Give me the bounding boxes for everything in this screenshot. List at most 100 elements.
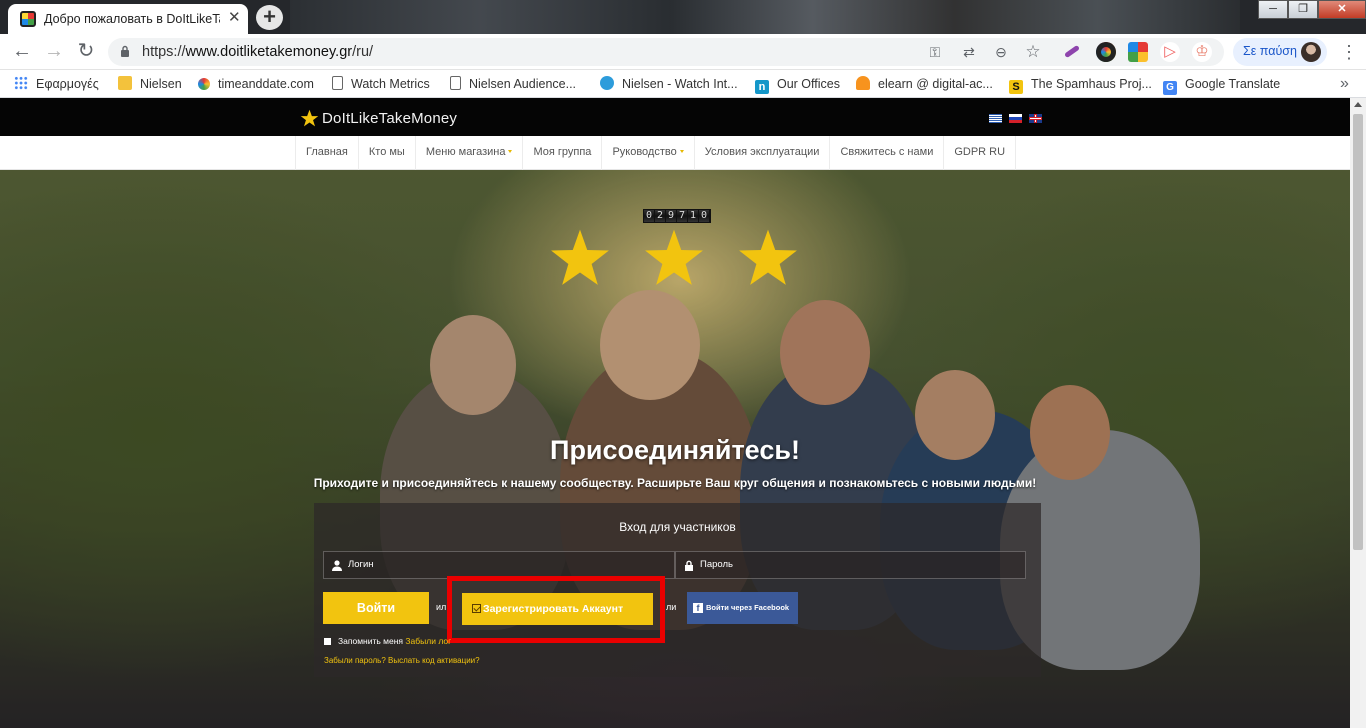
offices-icon: n (755, 80, 769, 94)
counter-digit: 2 (655, 210, 665, 222)
stamp-icon[interactable]: ♔ (1192, 42, 1212, 62)
new-tab-button[interactable]: + (256, 5, 283, 30)
maximize-button[interactable]: ❐ (1288, 0, 1318, 19)
bookmark-apps[interactable]: Εφαρμογές (14, 75, 99, 95)
bookmark-nielsen-watch[interactable]: Nielsen - Watch Int... (600, 75, 738, 95)
zoom-icon[interactable]: ⊖ (992, 43, 1010, 61)
timeanddate-icon (198, 78, 210, 90)
browser-titlebar: Добро пожаловать в DoItLikeTa ✕ + ─ ❐ ✕ (0, 0, 1366, 34)
language-switcher (989, 114, 1042, 123)
page-icon (450, 76, 461, 90)
counter-digit: 0 (644, 210, 654, 222)
bookmark-google-translate[interactable]: G Google Translate (1163, 75, 1280, 95)
cast-icon[interactable]: ▷ (1160, 42, 1180, 62)
english-flag-icon[interactable] (1029, 114, 1042, 123)
folder-icon (118, 76, 132, 90)
nav-item-home[interactable]: Главная (295, 136, 358, 170)
site-nav: Главная Кто мы Меню магазина Моя группа … (0, 136, 1350, 170)
bookmark-our-offices[interactable]: n Our Offices (755, 75, 840, 95)
browser-menu-button[interactable]: ⋮ (1340, 41, 1358, 63)
nav-item-gdpr[interactable]: GDPR RU (943, 136, 1017, 170)
visitor-counter: 0 2 9 7 1 0 (643, 209, 711, 223)
highlight-annotation (447, 576, 665, 643)
spamhaus-icon: S (1009, 80, 1023, 94)
tab-title: Добро пожаловать в DoItLikeTa (44, 12, 220, 26)
hero-subtitle: Приходите и присоединяйтесь к нашему соо… (313, 476, 1037, 490)
bookmark-star-icon[interactable]: ☆ (1024, 43, 1042, 61)
bookmarks-bar: Εφαρμογές Nielsen timeanddate.com Watch … (0, 70, 1366, 98)
nav-item-about[interactable]: Кто мы (357, 136, 415, 170)
login-panel-title: Вход для участников (619, 520, 736, 534)
remember-me[interactable]: Запомнить меня Забыли лог (324, 636, 451, 646)
or-separator: ил (436, 602, 447, 612)
resend-activation-link[interactable]: Выслать код активации? (388, 656, 480, 665)
key-icon[interactable]: ⚿ (926, 43, 944, 61)
star-icon (551, 229, 609, 285)
hero-title: Присоединяйтесь! (550, 435, 800, 465)
forgot-login-link[interactable]: Забыли лог (405, 636, 451, 646)
back-button[interactable]: ← (10, 40, 34, 64)
counter-digit: 0 (699, 210, 709, 222)
nav-item-guide[interactable]: Руководство (601, 136, 693, 170)
browser-tab[interactable]: Добро пожаловать в DoItLikeTa ✕ (8, 4, 248, 34)
star-icon (739, 229, 797, 285)
pinwheel-icon[interactable] (1128, 42, 1148, 62)
facebook-icon: f (693, 603, 703, 613)
star-icon (645, 229, 703, 285)
bookmark-elearn[interactable]: elearn @ digital-ac... (856, 75, 993, 95)
close-window-button[interactable]: ✕ (1318, 0, 1366, 19)
bookmark-timeanddate[interactable]: timeanddate.com (198, 75, 314, 95)
tab-close-icon[interactable]: ✕ (228, 10, 241, 26)
apps-icon (14, 76, 28, 90)
lock-icon[interactable] (120, 45, 130, 57)
titlebar-background (290, 0, 1240, 34)
reload-button[interactable]: ↻ (74, 40, 98, 64)
login-button[interactable]: Войти (323, 592, 429, 624)
profile-button[interactable]: Σε παύση (1233, 38, 1327, 66)
browser-toolbar: ← → ↻ https://www.doitliketakemoney.gr/r… (0, 34, 1366, 70)
profile-label: Σε παύση (1243, 44, 1297, 58)
login-panel: Вход для участников Логин Пароль Войти и… (314, 503, 1041, 677)
logo-star-icon (300, 109, 319, 126)
avatar (1301, 42, 1321, 62)
password-placeholder: Пароль (700, 559, 733, 570)
nav-item-my-group[interactable]: Моя группа (522, 136, 601, 170)
site-logo[interactable]: DoItLikeTakeMoney (300, 107, 457, 129)
page-scrollbar[interactable] (1350, 98, 1366, 728)
lock-icon (685, 560, 693, 571)
url-text[interactable]: https://www.doitliketakemoney.gr/ru/ (142, 44, 373, 60)
hero-section: 0 2 9 7 1 0 Присоединяйтесь! Приходите и… (0, 170, 1350, 728)
scroll-up-arrow-icon[interactable] (1354, 102, 1362, 107)
bookmark-watch-metrics[interactable]: Watch Metrics (332, 75, 430, 95)
page-viewport: DoItLikeTakeMoney Главная Кто мы Меню ма… (0, 98, 1350, 728)
password-field[interactable]: Пароль (675, 551, 1026, 579)
bookmark-spamhaus[interactable]: S The Spamhaus Proj... (1009, 75, 1152, 95)
color-ring-icon[interactable] (1096, 42, 1116, 62)
counter-digit: 1 (688, 210, 698, 222)
username-field[interactable]: Логин (323, 551, 675, 579)
minimize-button[interactable]: ─ (1258, 0, 1288, 19)
forward-button[interactable]: → (42, 40, 66, 64)
russian-flag-icon[interactable] (1009, 114, 1022, 123)
page-icon (332, 76, 343, 90)
nav-item-shop-menu[interactable]: Меню магазина (414, 136, 523, 170)
remember-checkbox[interactable] (324, 638, 331, 645)
bookmark-nielsen[interactable]: Nielsen (118, 75, 182, 95)
nav-item-contact[interactable]: Свяжитесь с нами (829, 136, 943, 170)
facebook-login-button[interactable]: f Войти через Facebook (687, 592, 798, 624)
scrollbar-thumb[interactable] (1353, 114, 1363, 550)
bookmark-nielsen-audience[interactable]: Nielsen Audience... (450, 75, 576, 95)
user-icon (332, 560, 342, 571)
counter-digit: 7 (677, 210, 687, 222)
translate-icon[interactable]: ⇄ (960, 43, 978, 61)
nav-item-terms[interactable]: Условия эксплуатации (693, 136, 830, 170)
moodle-icon (856, 76, 870, 90)
greek-flag-icon[interactable] (989, 114, 1002, 123)
forgot-password-link[interactable]: Забыли пароль? (324, 656, 386, 665)
bookmarks-overflow-button[interactable]: » (1340, 75, 1349, 93)
username-placeholder: Логин (348, 559, 374, 570)
site-favicon-icon (20, 11, 36, 27)
chevron-down-icon (508, 150, 513, 153)
address-bar[interactable]: https://www.doitliketakemoney.gr/ru/ ⚿ ⇄… (108, 38, 1224, 66)
nielsen-icon (600, 76, 614, 90)
